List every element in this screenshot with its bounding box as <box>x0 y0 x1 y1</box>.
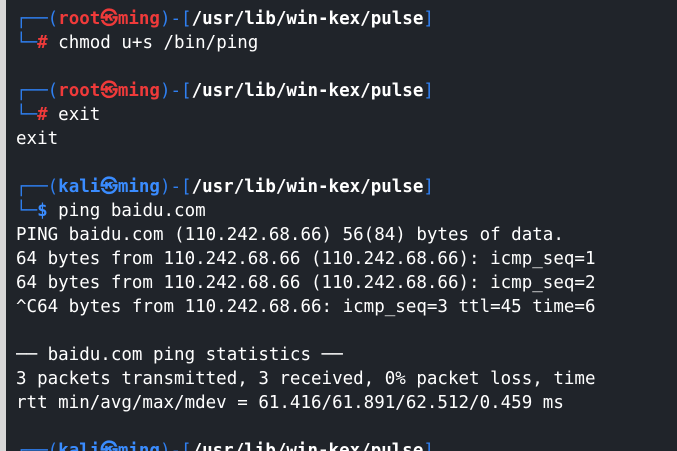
prompt-frame-bottom: └─ <box>16 33 38 53</box>
prompt-host: ming <box>117 177 160 197</box>
scrollbar[interactable] <box>0 0 6 451</box>
prompt-at-symbol: ㉿ <box>100 177 118 197</box>
terminal-window[interactable]: ┌──(root㉿ming)-[/usr/lib/win-kex/pulse] └… <box>0 0 677 451</box>
output-line: 64 bytes from 110.242.68.66 (110.242.68.… <box>16 249 596 269</box>
command-text: exit <box>47 105 101 125</box>
output-line: PING baidu.com (110.242.68.66) 56(84) by… <box>16 225 564 245</box>
command-line: └─# exit <box>16 103 677 127</box>
output-line: ^C64 bytes from 110.242.68.66: icmp_seq=… <box>16 297 596 317</box>
terminal-output: ┌──(root㉿ming)-[/usr/lib/win-kex/pulse] └… <box>16 7 677 451</box>
prompt-frame-top: ┌── <box>16 81 48 101</box>
prompt-frame-top: ┌── <box>16 441 48 451</box>
prompt-close-bracket: ] <box>423 177 434 197</box>
prompt-marker: $ <box>37 201 48 221</box>
prompt-open-paren: ( <box>47 177 59 197</box>
prompt-open-paren: ( <box>47 9 59 29</box>
command-text: chmod u+s /bin/ping <box>47 33 259 53</box>
prompt-header-line: ┌──(root㉿ming)-[/usr/lib/win-kex/pulse] <box>16 7 677 31</box>
prompt-header-line: ┌──(root㉿ming)-[/usr/lib/win-kex/pulse] <box>16 79 677 103</box>
prompt-user: kali <box>58 441 101 451</box>
output-line: 64 bytes from 110.242.68.66 (110.242.68.… <box>16 273 596 293</box>
prompt-frame-bottom: └─ <box>16 105 38 125</box>
prompt-separator: )-[ <box>159 9 192 29</box>
prompt-path: /usr/lib/win-kex/pulse <box>191 441 424 451</box>
prompt-separator: )-[ <box>159 81 192 101</box>
prompt-marker: # <box>37 33 48 53</box>
prompt-frame-top: ┌── <box>16 177 48 197</box>
command-text: ping baidu.com <box>47 201 206 221</box>
command-line: └─# chmod u+s /bin/ping <box>16 31 677 55</box>
prompt-open-paren: ( <box>47 81 59 101</box>
prompt-host: ming <box>117 9 160 29</box>
output-line: exit <box>16 129 59 149</box>
prompt-at-symbol: ㉿ <box>100 441 118 451</box>
prompt-close-bracket: ] <box>423 81 434 101</box>
prompt-marker: # <box>37 105 48 125</box>
prompt-frame-bottom: └─ <box>16 201 38 221</box>
prompt-host: ming <box>117 441 160 451</box>
prompt-header-line: ┌──(kali㉿ming)-[/usr/lib/win-kex/pulse] <box>16 439 677 451</box>
prompt-at-symbol: ㉿ <box>100 9 118 29</box>
prompt-path: /usr/lib/win-kex/pulse <box>191 177 424 197</box>
prompt-at-symbol: ㉿ <box>100 81 118 101</box>
output-line: rtt min/avg/max/mdev = 61.416/61.891/62.… <box>16 393 564 413</box>
prompt-path: /usr/lib/win-kex/pulse <box>191 81 424 101</box>
prompt-user: root <box>58 9 101 29</box>
prompt-open-paren: ( <box>47 441 59 451</box>
prompt-host: ming <box>117 81 160 101</box>
prompt-user: root <box>58 81 101 101</box>
output-line: ── baidu.com ping statistics ── <box>16 345 343 365</box>
command-line: └─$ ping baidu.com <box>16 199 677 223</box>
prompt-frame-top: ┌── <box>16 9 48 29</box>
prompt-user: kali <box>58 177 101 197</box>
prompt-path: /usr/lib/win-kex/pulse <box>191 9 424 29</box>
prompt-header-line: ┌──(kali㉿ming)-[/usr/lib/win-kex/pulse] <box>16 175 677 199</box>
output-line: 3 packets transmitted, 3 received, 0% pa… <box>16 369 596 389</box>
prompt-close-bracket: ] <box>423 441 434 451</box>
prompt-close-bracket: ] <box>423 9 434 29</box>
prompt-separator: )-[ <box>159 441 192 451</box>
prompt-separator: )-[ <box>159 177 192 197</box>
